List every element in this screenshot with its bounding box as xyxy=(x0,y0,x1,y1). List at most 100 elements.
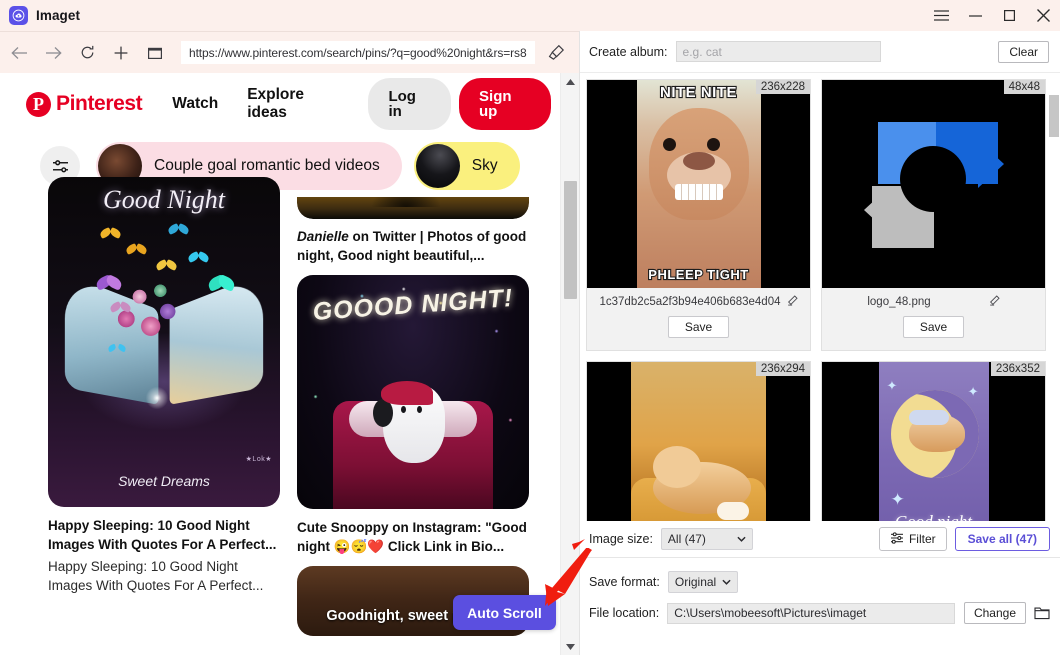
scroll-up-arrow[interactable] xyxy=(561,73,580,90)
pin-image[interactable]: Good Night ★Lok★ Sweet Dreams xyxy=(48,177,280,507)
minimize-icon[interactable] xyxy=(958,0,992,31)
save-button-wrapper: Save xyxy=(822,316,1045,350)
sparkle-illustration xyxy=(144,385,170,411)
image-card[interactable]: NITE NITE PHLEEP TIGHT 236x228 1c37db2c5… xyxy=(586,79,811,351)
pinterest-mark-icon: P xyxy=(26,91,51,117)
auto-scroll-button[interactable]: Auto Scroll xyxy=(453,595,556,630)
image-meta-row: logo_48.png xyxy=(822,288,1045,316)
filter-button[interactable]: Filter xyxy=(878,527,947,551)
image-size-select[interactable]: All (47) xyxy=(660,528,753,550)
pin-title[interactable]: Danielle on Twitter | Photos of good nig… xyxy=(297,228,529,265)
image-thumbnail[interactable]: ✦ ✦ ✦ ✦ ✦ Good night 236x352 xyxy=(822,362,1045,521)
pin-card[interactable]: Danielle on Twitter | Photos of good nig… xyxy=(297,228,529,265)
image-thumbnail[interactable]: Good Night Sweet Dreams. 236x294 xyxy=(587,362,810,521)
change-location-button[interactable]: Change xyxy=(963,602,1026,624)
sleeping-cat-artwork: Good Night Sweet Dreams. xyxy=(631,362,766,521)
image-meta-row: 1c37db2c5a2f3b94e406b683e4d04 xyxy=(587,288,810,316)
scrollbar-thumb[interactable] xyxy=(564,181,577,299)
chip-label: Sky xyxy=(471,157,498,174)
pin-subtitle: Happy Sleeping: 10 Good Night Images Wit… xyxy=(48,559,264,593)
chip-sky[interactable]: Sky xyxy=(413,142,520,190)
pin-card[interactable] xyxy=(297,197,529,219)
refresh-logo-artwork xyxy=(863,114,1004,254)
scroll-down-arrow[interactable] xyxy=(561,638,580,655)
imaget-side-panel: Create album: e.g. cat Clear NITE NITE P… xyxy=(579,31,1060,655)
url-text: https://www.pinterest.com/search/pins/?q… xyxy=(189,45,527,60)
save-format-label: Save format: xyxy=(589,575,660,589)
pin-image[interactable] xyxy=(297,197,529,219)
plus-icon[interactable] xyxy=(106,38,136,68)
dog-meme-artwork: NITE NITE PHLEEP TIGHT xyxy=(636,80,761,288)
pencil-edit-icon[interactable] xyxy=(989,295,1000,309)
embedded-browser-webview[interactable]: P Pinterest Watch Explore ideas Log in S… xyxy=(0,73,579,655)
thumb-caption-bottom: PHLEEP TIGHT xyxy=(647,266,749,283)
thumb-caption-top: Good night xyxy=(879,512,989,521)
pin-image[interactable]: GOOOD NIGHT! xyxy=(297,275,529,510)
dimension-badge: 48x48 xyxy=(1003,80,1045,94)
brush-clean-icon[interactable] xyxy=(541,38,571,68)
tab-window-icon[interactable] xyxy=(140,38,170,68)
pinterest-header: P Pinterest Watch Explore ideas Log in S… xyxy=(0,73,579,135)
scrollbar-thumb[interactable] xyxy=(1049,95,1059,137)
chevron-down-icon xyxy=(737,534,746,544)
save-button[interactable]: Save xyxy=(667,316,730,338)
app-title: Imaget xyxy=(36,8,81,23)
image-size-label: Image size: xyxy=(589,532,653,546)
address-bar[interactable]: https://www.pinterest.com/search/pins/?q… xyxy=(181,41,535,64)
image-thumbnail[interactable]: NITE NITE PHLEEP TIGHT 236x228 xyxy=(587,80,810,288)
folder-open-icon[interactable] xyxy=(1034,606,1050,620)
image-thumbnail[interactable]: 48x48 xyxy=(822,80,1045,288)
hamburger-menu-icon[interactable] xyxy=(924,0,958,31)
moon-kitty-artwork: ✦ ✦ ✦ ✦ ✦ Good night xyxy=(878,362,989,521)
reload-icon[interactable] xyxy=(72,38,102,68)
forward-arrow-icon[interactable] xyxy=(38,38,68,68)
panel-scrollbar[interactable] xyxy=(1048,73,1060,521)
pin-watermark: ★Lok★ xyxy=(245,456,272,463)
nav-explore-ideas[interactable]: Explore ideas xyxy=(247,86,342,122)
pencil-edit-icon[interactable] xyxy=(787,295,798,309)
nav-watch[interactable]: Watch xyxy=(172,95,218,113)
dimension-badge: 236x228 xyxy=(755,80,810,94)
image-card[interactable]: ✦ ✦ ✦ ✦ ✦ Good night 236x352 b704723cfa5… xyxy=(821,361,1046,521)
dimension-badge: 236x352 xyxy=(990,362,1045,376)
chip-avatar xyxy=(415,144,460,188)
file-location-input[interactable]: C:\Users\mobeesoft\Pictures\imaget xyxy=(667,602,955,624)
image-card[interactable]: Good Night Sweet Dreams. 236x294 d8c5f8a… xyxy=(586,361,811,521)
pin-title[interactable]: Happy Sleeping: 10 Good Night Images Wit… xyxy=(48,517,280,554)
save-format-select[interactable]: Original xyxy=(667,571,739,593)
browser-toolbar: https://www.pinterest.com/search/pins/?q… xyxy=(0,31,579,73)
save-button[interactable]: Save xyxy=(902,316,965,338)
image-filename: logo_48.png xyxy=(867,296,931,308)
masonry-column-left: Good Night ★Lok★ Sweet Dreams Happy Slee… xyxy=(48,177,280,645)
snoopy-hat xyxy=(381,381,433,406)
dimension-badge: 236x294 xyxy=(755,362,810,376)
signup-button[interactable]: Sign up xyxy=(459,78,551,130)
pin-overlay-subtitle: Sweet Dreams xyxy=(118,473,210,489)
file-location-row: File location: C:\Users\mobeesoft\Pictur… xyxy=(580,597,1060,629)
pin-card[interactable]: GOOOD NIGHT! Cute Snooppy on Instagram: … xyxy=(297,275,529,556)
downloaded-images-grid: NITE NITE PHLEEP TIGHT 236x228 1c37db2c5… xyxy=(580,73,1060,521)
pin-card[interactable]: Good Night ★Lok★ Sweet Dreams Happy Slee… xyxy=(48,177,280,596)
close-icon[interactable] xyxy=(1026,0,1060,31)
back-arrow-icon[interactable] xyxy=(4,38,34,68)
save-format-value: Original xyxy=(674,575,717,589)
pin-overlay-title: Good Night xyxy=(102,185,226,214)
image-card[interactable]: 48x48 logo_48.png Save xyxy=(821,79,1046,351)
image-size-value: All (47) xyxy=(667,532,706,546)
pin-title[interactable]: Cute Snooppy on Instagram: "Good night 😜… xyxy=(297,519,529,556)
webview-scrollbar[interactable] xyxy=(560,73,579,655)
downloaded-images-grid-wrapper[interactable]: NITE NITE PHLEEP TIGHT 236x228 1c37db2c5… xyxy=(580,73,1060,521)
imaget-app-window: Imaget https://www.pinterest.com/search/… xyxy=(0,0,1060,655)
clear-button[interactable]: Clear xyxy=(998,40,1049,63)
masonry-column-right: Danielle on Twitter | Photos of good nig… xyxy=(297,197,529,645)
save-all-button[interactable]: Save all (47) xyxy=(954,527,1050,551)
imaget-cloud-logo-icon xyxy=(9,6,28,25)
pinterest-logo[interactable]: P Pinterest xyxy=(26,91,143,117)
save-button-wrapper: Save xyxy=(587,316,810,350)
album-name-input[interactable]: e.g. cat xyxy=(675,41,881,62)
image-filename: 1c37db2c5a2f3b94e406b683e4d04 xyxy=(599,296,781,308)
maximize-icon[interactable] xyxy=(992,0,1026,31)
window-controls xyxy=(924,0,1060,31)
login-button[interactable]: Log in xyxy=(368,78,452,130)
chevron-down-icon xyxy=(722,577,731,587)
